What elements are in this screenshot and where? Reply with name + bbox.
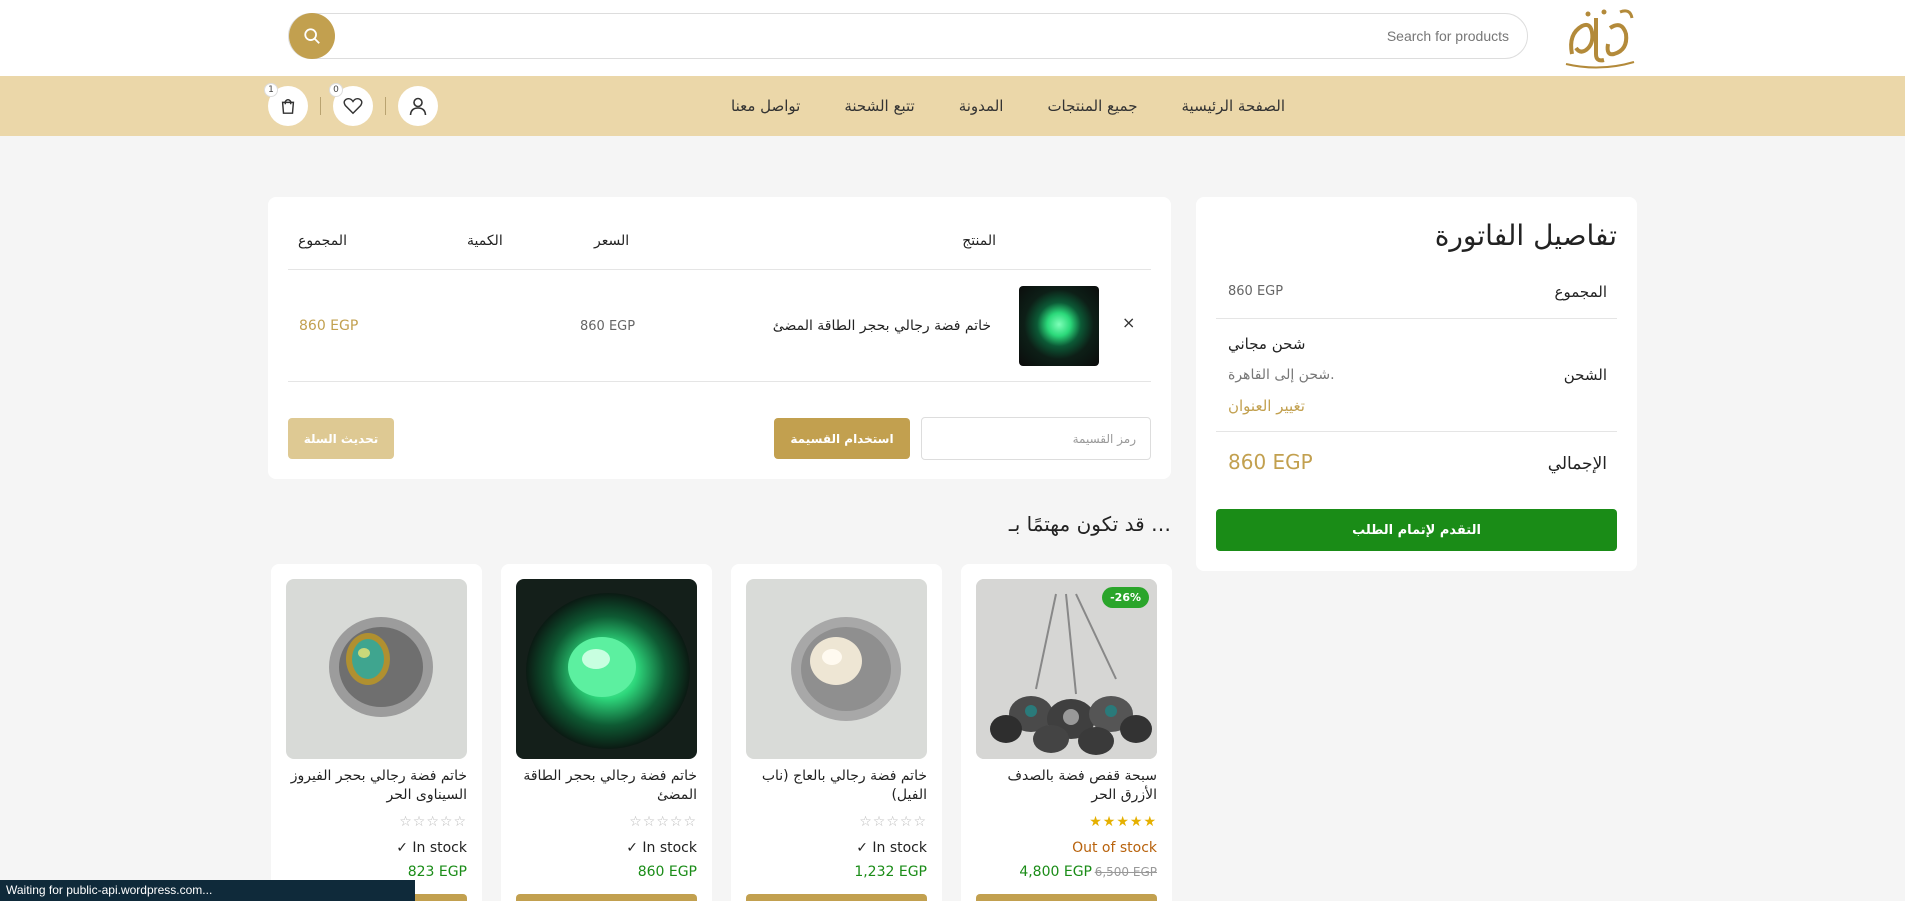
divider (1216, 431, 1617, 432)
cart-count-badge: 1 (264, 83, 278, 97)
nav-contact[interactable]: تواصل معنا (731, 97, 800, 115)
shipping-label: الشحن (1563, 366, 1607, 384)
product-card[interactable]: خاتم فضة رجالي بحجر الطاقة المضئ ☆☆☆☆☆ ✓… (501, 564, 712, 901)
user-icon (409, 97, 427, 116)
wishlist-button[interactable]: 0 (329, 83, 373, 126)
shopping-bag-icon (281, 98, 295, 114)
search-icon (304, 28, 320, 44)
add-to-cart-button[interactable] (516, 894, 697, 901)
browser-status-bar: Waiting for public-api.wordpress.com... (0, 880, 415, 901)
heart-icon (343, 97, 363, 115)
search-bar (288, 13, 1528, 59)
ivory-ring-image (746, 579, 927, 759)
product-name[interactable]: خاتم فضة رجالي بحجر الطاقة المضئ (516, 767, 697, 805)
remove-item-button[interactable]: × (1122, 313, 1135, 332)
product-price: 4,800 EGP (1019, 864, 1092, 880)
apply-coupon-button[interactable]: استخدام القسيمة (774, 418, 910, 459)
glow-ring-image (516, 579, 697, 759)
stock-status: ✓ In stock (856, 840, 927, 856)
header-subtotal: المجموع (298, 233, 347, 249)
product-thumbnail[interactable] (1019, 286, 1099, 366)
invoice-title: تفاصيل الفاتورة (1434, 219, 1617, 252)
cart-button[interactable]: 1 (264, 83, 308, 126)
cart-product-price: 860 EGP (580, 319, 636, 334)
related-products-title: قد تكون مهتمًا بـ … (1008, 512, 1171, 536)
product-image[interactable] (516, 579, 697, 759)
cart-product-subtotal: 860 EGP (299, 318, 359, 334)
product-image[interactable]: -26% (976, 579, 1157, 759)
total-value: 860 EGP (1228, 450, 1313, 474)
divider (1216, 318, 1617, 319)
divider (385, 97, 386, 115)
checkout-button[interactable]: التقدم لإتمام الطلب (1216, 509, 1617, 551)
top-header (0, 0, 1905, 76)
product-name[interactable]: سبحة قفص فضة بالصدف الأزرق الحر (976, 767, 1157, 805)
subtotal-value: 860 EGP (1228, 284, 1284, 299)
stock-status: ✓ In stock (626, 840, 697, 856)
stock-status: Out of stock (1072, 840, 1157, 856)
product-card[interactable]: -26% سبحة قفص فضة بالصدف الأزرق الحر ★★★… (961, 564, 1172, 901)
rating-stars: ☆☆☆☆☆ (399, 814, 467, 830)
product-name[interactable]: خاتم فضة رجالي بالعاج (ناب الفيل) (746, 767, 927, 805)
account-button[interactable] (398, 86, 438, 126)
divider (288, 269, 1151, 270)
update-cart-button[interactable]: تحديث السلة (288, 418, 394, 459)
old-price: 6,500 EGP (1094, 865, 1157, 879)
cart-table-card: المنتج السعر الكمية المجموع × خاتم فضة ر… (268, 197, 1171, 479)
invoice-details-card: تفاصيل الفاتورة المجموع 860 EGP الشحن شح… (1196, 197, 1637, 571)
cart-product-name[interactable]: خاتم فضة رجالي بحجر الطاقة المضئ (773, 318, 991, 334)
rating-stars: ☆☆☆☆☆ (629, 814, 697, 830)
rating-stars: ☆☆☆☆☆ (859, 814, 927, 830)
product-price: 823 EGP (407, 864, 467, 880)
divider (320, 97, 321, 115)
turquoise-ring-image (286, 579, 467, 759)
product-card[interactable]: خاتم فضة رجالي بحجر الفيروز السيناوى الح… (271, 564, 482, 901)
stock-status: ✓ In stock (396, 840, 467, 856)
divider (288, 381, 1151, 382)
change-address-link[interactable]: تغيير العنوان (1228, 397, 1305, 415)
wishlist-count-badge: 0 (329, 83, 343, 97)
header-quantity: الكمية (467, 233, 503, 249)
search-input[interactable] (409, 14, 1509, 58)
shipping-method: شحن مجاني (1228, 335, 1306, 353)
subtotal-label: المجموع (1554, 283, 1607, 301)
nav-track-shipment[interactable]: تتبع الشحنة (844, 97, 914, 115)
header-icons: 1 0 (264, 83, 438, 126)
coupon-code-input[interactable] (921, 417, 1151, 460)
add-to-cart-button[interactable] (746, 894, 927, 901)
total-label: الإجمالي (1547, 454, 1607, 474)
product-price: 1,232 EGP (854, 864, 927, 880)
header-price: السعر (594, 233, 630, 249)
product-name[interactable]: خاتم فضة رجالي بحجر الفيروز السيناوى الح… (286, 767, 467, 805)
add-to-cart-button[interactable] (976, 894, 1157, 901)
nav-menu: الصفحة الرئيسية جميع المنتجات المدونة تت… (731, 76, 1285, 136)
nav-blog[interactable]: المدونة (959, 97, 1004, 115)
brand-logo[interactable] (1560, 4, 1640, 72)
product-image[interactable] (746, 579, 927, 759)
rating-stars: ★★★★★ (1089, 814, 1157, 830)
product-card[interactable]: خاتم فضة رجالي بالعاج (ناب الفيل) ☆☆☆☆☆ … (731, 564, 942, 901)
header-product: المنتج (962, 233, 996, 249)
sale-badge: -26% (1102, 587, 1149, 608)
shipping-destination: شحن إلى القاهرة. (1228, 367, 1335, 383)
main-navigation: 1 0 الصفحة الرئيسية جميع المنتجات المدون… (0, 76, 1905, 136)
nav-all-products[interactable]: جميع المنتجات (1047, 97, 1137, 115)
product-price: 860 EGP (637, 864, 697, 880)
nav-home[interactable]: الصفحة الرئيسية (1182, 97, 1286, 115)
search-button[interactable] (289, 13, 335, 59)
product-image[interactable] (286, 579, 467, 759)
